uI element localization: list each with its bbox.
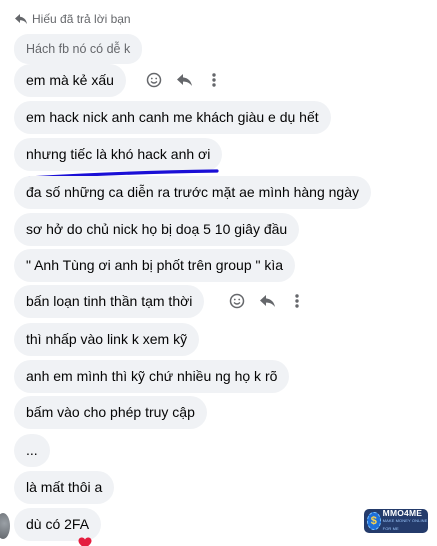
quoted-message[interactable]: Hách fb nó có dễ k [14,34,143,64]
message-bubble[interactable]: bấm vào cho phép truy cập [14,396,207,429]
more-icon[interactable] [287,291,307,311]
message-text: sơ hở do chủ nick họ bị doạ 5 10 giây đầ… [26,221,288,237]
reply-header-text: Hiếu đã trả lời bạn [32,12,131,26]
message-bubble[interactable]: đa số những ca diễn ra trước mặt ae mình… [14,176,372,209]
message-bubble[interactable]: là mất thôi a [14,471,115,504]
message-bubble[interactable]: bấn loạn tinh thần tạm thời [14,285,205,318]
message-bubble[interactable]: nhưng tiếc là khó hack anh ơi [14,138,223,171]
watermark-logo: $ MMO4ME MAKE MONEY ONLINE FOR ME [364,509,428,533]
message-text: em hack nick anh canh me khách giàu e dụ… [26,109,319,125]
message-text: là mất thôi a [26,479,103,495]
reply-icon [14,13,28,25]
message-bubble[interactable]: thì nhấp vào link k xem kỹ [14,323,200,356]
message-text: anh em mình thì kỹ chứ nhiều ng họ k rõ [26,368,278,384]
message-text: nhưng tiếc là khó hack anh ơi [26,146,211,162]
more-icon[interactable] [204,70,224,90]
message-text: dù có 2FA [26,516,90,532]
message-bubble[interactable]: anh em mình thì kỹ chứ nhiều ng họ k rõ [14,360,290,393]
sender-avatar[interactable] [0,513,10,539]
reply-header: Hiếu đã trả lời bạn [14,12,131,26]
message-bubble[interactable]: " Anh Tùng ơi anh bị phốt trên group " k… [14,249,296,282]
message-text: em mà kẻ xấu [26,72,114,88]
message-text: thì nhấp vào link k xem kỹ [26,331,188,347]
message-bubble[interactable]: em hack nick anh canh me khách giàu e dụ… [14,101,331,134]
message-actions [144,70,224,90]
reply-icon[interactable] [174,70,194,90]
heart-reaction-icon[interactable] [78,537,92,546]
watermark-subtitle: MAKE MONEY ONLINE FOR ME [382,518,428,531]
reply-icon[interactable] [257,291,277,311]
message-text: bấm vào cho phép truy cập [26,404,195,420]
message-bubble[interactable]: em mà kẻ xấu [14,64,126,97]
watermark-title: MMO4ME [382,508,423,518]
message-text: bấn loạn tinh thần tạm thời [26,293,193,309]
message-text: " Anh Tùng ơi anh bị phốt trên group " k… [26,257,284,273]
message-text: ... [26,442,38,458]
message-bubble[interactable]: ... [14,434,50,467]
message-text: đa số những ca diễn ra trước mặt ae mình… [26,184,360,200]
message-actions [227,291,307,311]
dollar-coin-icon: $ [367,512,381,530]
smile-icon[interactable] [144,70,164,90]
smile-icon[interactable] [227,291,247,311]
message-bubble[interactable]: sơ hở do chủ nick họ bị doạ 5 10 giây đầ… [14,213,300,246]
